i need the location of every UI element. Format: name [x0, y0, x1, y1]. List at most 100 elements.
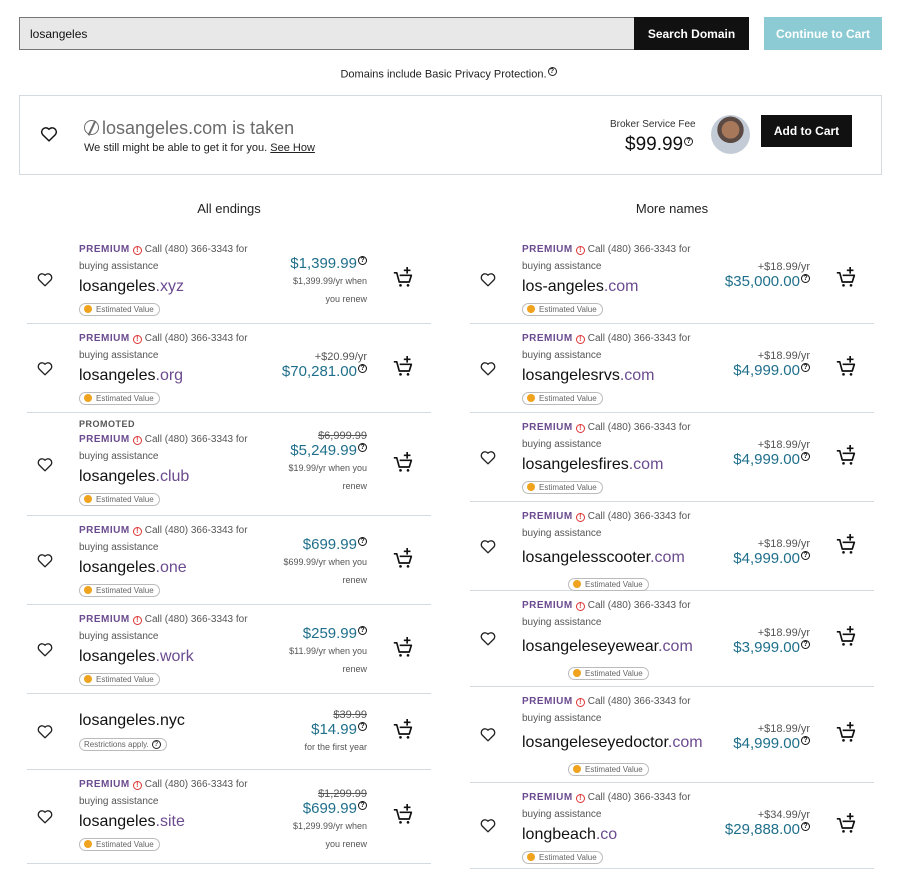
domain-price: $699.99? — [293, 800, 367, 817]
heart-icon[interactable] — [480, 450, 496, 465]
premium-assist: buying assistance — [522, 617, 602, 628]
domain-name[interactable]: losangeles.xyz — [79, 278, 184, 296]
heart-icon[interactable] — [37, 642, 53, 657]
domain-base: losangeles — [79, 559, 156, 576]
heart-icon[interactable] — [37, 457, 53, 472]
help-icon[interactable]: ? — [358, 537, 367, 546]
heart-icon[interactable] — [37, 553, 53, 568]
premium-label: PREMIUM — [79, 614, 130, 625]
domain-name[interactable]: losangeles.org — [79, 367, 183, 385]
info-icon: ! — [575, 513, 585, 522]
help-icon[interactable]: ? — [801, 551, 810, 560]
heart-icon[interactable] — [480, 818, 496, 833]
see-how-link[interactable]: See How — [270, 142, 315, 154]
domain-name[interactable]: longbeach.co — [522, 826, 617, 844]
help-icon[interactable]: ? — [358, 443, 367, 452]
renew-note: renew — [342, 481, 367, 491]
add-to-cart-icon[interactable] — [393, 451, 413, 478]
add-to-cart-button[interactable]: Add to Cart — [761, 115, 852, 147]
heart-icon[interactable] — [37, 361, 53, 376]
help-icon[interactable]: ? — [358, 256, 367, 265]
premium-phone: Call (480) 366-3343 for — [587, 422, 691, 433]
add-to-cart-icon[interactable] — [393, 636, 413, 663]
domain-tld: .co — [595, 826, 618, 843]
premium-label: PREMIUM — [522, 600, 573, 611]
price-block: $699.99? $699.99/yr when you renew — [283, 536, 367, 589]
coin-icon — [84, 586, 92, 594]
premium-phone: Call (480) 366-3343 for — [587, 333, 691, 344]
more-names-heading: More names — [635, 201, 709, 216]
add-to-cart-icon[interactable] — [393, 355, 413, 382]
domain-price: $259.99? — [289, 625, 367, 642]
help-icon[interactable]: ? — [358, 626, 367, 635]
premium-label: PREMIUM — [522, 792, 573, 803]
add-to-cart-icon[interactable] — [836, 355, 856, 382]
add-to-cart-icon[interactable] — [393, 718, 413, 745]
help-icon[interactable]: ? — [358, 722, 367, 731]
help-icon[interactable]: ? — [801, 274, 810, 283]
add-to-cart-icon[interactable] — [836, 812, 856, 839]
price-value: $70,281.00 — [281, 363, 357, 380]
add-to-cart-icon[interactable] — [836, 625, 856, 652]
heart-icon[interactable] — [480, 631, 496, 646]
heart-icon[interactable] — [37, 809, 53, 824]
domain-name[interactable]: losangelesfires.com — [522, 456, 663, 474]
add-to-cart-icon[interactable] — [393, 803, 413, 830]
add-to-cart-icon[interactable] — [836, 533, 856, 560]
renewal-price: +$18.99/yr — [757, 538, 810, 550]
search-domain-button[interactable]: Search Domain — [634, 17, 749, 50]
estimated-text: Estimated Value — [96, 494, 154, 504]
help-icon[interactable]: ? — [151, 740, 161, 749]
restrictions-pill[interactable]: Restrictions apply.? — [79, 738, 167, 751]
price-value: $699.99 — [302, 800, 357, 817]
add-to-cart-icon[interactable] — [393, 547, 413, 574]
add-to-cart-icon[interactable] — [836, 266, 856, 293]
renew-note: $11.99/yr when you — [289, 646, 367, 656]
domain-name[interactable]: losangeles.work — [79, 648, 194, 666]
add-to-cart-icon[interactable] — [836, 444, 856, 471]
domain-name[interactable]: losangeles.site — [79, 813, 185, 831]
estimated-value-badge[interactable]: Restrictions apply.? — [79, 734, 167, 752]
premium-phone: Call (480) 366-3343 for — [587, 244, 691, 255]
estimated-value-badge: Estimated Value — [79, 300, 160, 318]
domain-name[interactable]: losangeleseyewear.com — [522, 634, 693, 659]
domain-name[interactable]: losangeleseyedoctor.com — [522, 730, 703, 755]
domain-name[interactable]: losangeles.one — [79, 559, 187, 577]
premium-note: PREMIUM! Call (480) 366-3343 for buying as… — [522, 419, 712, 453]
help-icon[interactable]: ? — [801, 452, 810, 461]
help-icon[interactable]: ? — [358, 364, 367, 373]
premium-assist: buying assistance — [79, 796, 159, 807]
premium-assist: buying assistance — [522, 261, 602, 272]
heart-icon[interactable] — [480, 272, 496, 287]
help-icon[interactable]: ? — [801, 640, 810, 649]
heart-icon[interactable] — [480, 727, 496, 742]
domain-name[interactable]: losangeles.club — [79, 468, 189, 486]
help-icon[interactable]: ? — [801, 363, 810, 372]
heart-icon[interactable] — [480, 361, 496, 376]
left-domain-row: PREMIUM! Call (480) 366-3343 for buying as… — [27, 235, 431, 324]
domain-name[interactable]: losangelesrvs.com — [522, 367, 655, 385]
help-icon[interactable]: ? — [547, 67, 557, 76]
domain-name[interactable]: losangelesscooter.com — [522, 545, 692, 570]
estimated-pill: Estimated Value — [79, 302, 160, 316]
heart-icon[interactable] — [37, 272, 53, 287]
heart-icon[interactable] — [40, 126, 58, 142]
heart-icon[interactable] — [37, 724, 53, 739]
domain-name[interactable]: los-angeles.com — [522, 278, 639, 296]
price-value: $35,000.00 — [724, 273, 800, 290]
help-icon[interactable]: ? — [684, 136, 694, 146]
left-domain-row: PREMIUM! Call (480) 366-3343 for buying as… — [27, 516, 431, 605]
heart-icon[interactable] — [480, 539, 496, 554]
help-icon[interactable]: ? — [358, 801, 367, 810]
renew-note: $1,299.99/yr when — [292, 821, 367, 831]
continue-to-cart-button[interactable]: Continue to Cart — [764, 17, 882, 50]
price-block: +$18.99/yr $4,999.00? — [733, 723, 810, 752]
help-icon[interactable]: ? — [801, 736, 810, 745]
add-to-cart-icon[interactable] — [836, 721, 856, 748]
add-to-cart-icon[interactable] — [393, 266, 413, 293]
domain-name[interactable]: losangeles.nyc — [79, 712, 185, 730]
estimated-pill: Estimated Value — [79, 492, 160, 506]
help-icon[interactable]: ? — [801, 822, 810, 831]
search-input[interactable] — [19, 17, 635, 50]
premium-note: PREMIUM! Call (480) 366-3343 for buying as… — [522, 330, 712, 364]
